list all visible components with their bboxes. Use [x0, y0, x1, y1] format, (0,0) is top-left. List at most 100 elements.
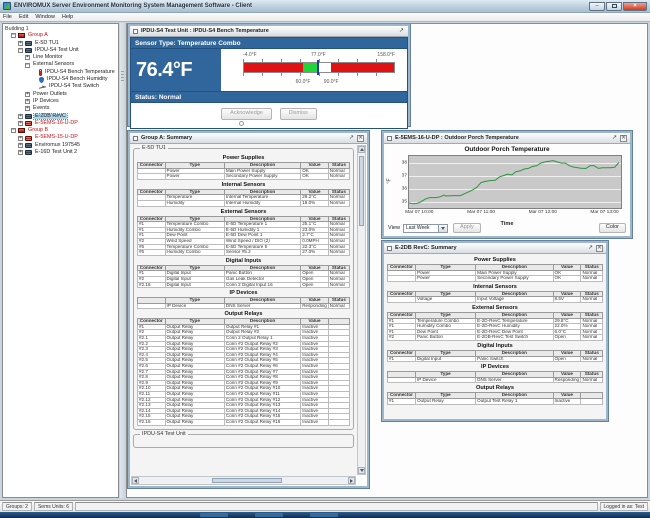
- tree-item-label: Events: [32, 106, 50, 111]
- table-cell: DNS Server: [476, 377, 553, 383]
- device-red-icon: [25, 136, 32, 141]
- scrollbar-thumb[interactable]: [212, 478, 282, 483]
- maximize-icon[interactable]: [606, 2, 622, 11]
- tree-item[interactable]: IPDU-S4 Bench Humidity: [3, 76, 118, 83]
- collapse-icon[interactable]: −: [11, 33, 16, 38]
- table-cell: Output Relay: [165, 419, 224, 425]
- dismiss-button[interactable]: Dismiss: [280, 108, 317, 120]
- scroll-left-icon[interactable]: [132, 477, 139, 484]
- scroll-right-icon[interactable]: [348, 477, 355, 484]
- gauge-min-label: -4.0°F: [243, 52, 257, 58]
- window-titlebar[interactable]: Group A: Summary ↗ ×: [130, 133, 367, 144]
- table-cell: #5: [138, 250, 166, 256]
- radio-button[interactable]: [239, 121, 244, 126]
- column-header: Connector: [388, 265, 416, 271]
- window-titlebar[interactable]: E-5EMS-16-U-DP : Outdoor Porch Temperatu…: [384, 133, 630, 144]
- collapse-icon[interactable]: −: [18, 48, 23, 53]
- close-icon[interactable]: ×: [596, 245, 603, 252]
- close-icon[interactable]: ×: [357, 135, 364, 142]
- window-titlebar[interactable]: IPDU-S4 Test Unit : IPDU-S4 Bench Temper…: [130, 26, 408, 37]
- table-row: #2.13Output RelayConn #2 Output Relay #1…: [138, 403, 350, 409]
- temperature-gauge: -4.0°F 77.0°F 158.0°F 60.0°F 90.0°F: [243, 52, 395, 88]
- vertical-scrollbar[interactable]: [357, 145, 366, 475]
- table-cell: Output Test Relay 1: [476, 398, 553, 404]
- collapse-icon[interactable]: −: [11, 128, 16, 133]
- expand-icon[interactable]: +: [25, 55, 30, 60]
- group-summary-window: Group A: Summary ↗ × E-5D TU1 Power Supp…: [128, 131, 369, 488]
- expand-icon[interactable]: +: [18, 136, 23, 141]
- tree-item[interactable]: +E-5D TU1: [3, 40, 118, 47]
- tree-item[interactable]: −IPDU-S4 Test Unit: [3, 47, 118, 54]
- expand-icon[interactable]: +: [25, 92, 30, 97]
- close-icon[interactable]: ×: [620, 135, 627, 142]
- summary-table: ConnectorTypeDescriptionValueStatus#1Dig…: [137, 265, 350, 288]
- table-row: #2.6Output RelayConn #2 Output Relay #6I…: [138, 364, 350, 370]
- tree-item[interactable]: +Line Monitor: [3, 54, 118, 61]
- summary-table: ConnectorTypeDescriptionValueStatusVolta…: [387, 291, 603, 303]
- acknowledge-button[interactable]: Acknowledge: [221, 108, 272, 120]
- scrollbar-thumb[interactable]: [359, 156, 364, 226]
- menu-file[interactable]: File: [3, 14, 12, 20]
- table-cell: Normal: [581, 335, 603, 341]
- chevron-down-icon[interactable]: [439, 224, 448, 233]
- tree-item[interactable]: +E-16D Test Unit 2: [3, 149, 118, 156]
- table-cell: Normal: [328, 200, 349, 206]
- device-icon: [25, 150, 32, 155]
- tree-item[interactable]: −Group A: [3, 32, 118, 39]
- tree-item[interactable]: +E-5EMS-16-U-DP: [3, 120, 118, 127]
- expand-icon[interactable]: +: [25, 99, 30, 104]
- collapse-icon[interactable]: −: [25, 63, 30, 68]
- view-dropdown[interactable]: Last Week: [403, 224, 448, 233]
- expand-icon[interactable]: +: [18, 114, 23, 119]
- table-cell: Inactive: [553, 398, 581, 404]
- scroll-down-icon[interactable]: [358, 467, 365, 474]
- tree-item-label: Enviromux 197545: [34, 143, 81, 148]
- tree-item[interactable]: −Group B: [3, 127, 118, 134]
- window-icon: [387, 136, 392, 141]
- menu-help[interactable]: Help: [62, 14, 73, 20]
- table-row: #2.5Output RelayConn #2 Output Relay #5I…: [138, 358, 350, 364]
- table-cell: Panic Button: [415, 335, 475, 341]
- apply-button[interactable]: Apply: [453, 223, 481, 234]
- detach-icon[interactable]: ↗: [587, 245, 594, 252]
- y-tick-label: 38: [402, 160, 407, 165]
- expand-icon[interactable]: +: [18, 121, 23, 126]
- tree-item[interactable]: +Events: [3, 105, 118, 112]
- table-row: #1Digital InputPanic SwitchOpenNormal: [388, 356, 603, 362]
- expand-icon[interactable]: +: [18, 143, 23, 148]
- minimize-icon[interactable]: –: [589, 2, 605, 11]
- column-header: Connector: [138, 265, 166, 271]
- y-tick-label: 35: [402, 199, 407, 204]
- table-cell: #1: [388, 398, 416, 404]
- tree-item[interactable]: + Enviromux 197545: [3, 142, 118, 149]
- window-icon: [387, 246, 392, 251]
- tree-item[interactable]: +Power Outlets: [3, 91, 118, 98]
- horizontal-scrollbar[interactable]: [131, 476, 356, 485]
- detach-icon[interactable]: ↗: [348, 135, 355, 142]
- tree-item[interactable]: IPDU-S4 Bench Temperature: [3, 69, 118, 76]
- expand-icon[interactable]: +: [18, 150, 23, 155]
- close-icon[interactable]: ×: [623, 2, 647, 11]
- table-row: IP DeviceDNS ServerRespondingNormal: [138, 303, 350, 309]
- tree-item[interactable]: +IP Devices: [3, 98, 118, 105]
- units-count: Sems Units: 6: [34, 502, 73, 511]
- detach-icon[interactable]: ↗: [398, 28, 405, 35]
- window-titlebar[interactable]: E-2DB RevC: Summary ↗ ×: [384, 243, 606, 254]
- tree-item[interactable]: +E-5EMS-15-U-DP: [3, 134, 118, 141]
- menu-window[interactable]: Window: [35, 14, 55, 20]
- column-header: Connector: [138, 319, 166, 325]
- detach-icon[interactable]: ↗: [611, 135, 618, 142]
- chart-window: E-5EMS-16-U-DP : Outdoor Porch Temperatu…: [382, 131, 632, 238]
- device-groupbox-label: E-5D TU1: [140, 146, 168, 151]
- scroll-up-icon[interactable]: [358, 146, 365, 153]
- table-cell: Conn #2 Output Relay #16: [224, 419, 300, 425]
- tree-item[interactable]: +E-2DB RevC: [3, 113, 118, 120]
- tree-item[interactable]: −External Sensors: [3, 61, 118, 68]
- status-bar: Status: Normal: [130, 91, 408, 103]
- expand-icon[interactable]: +: [18, 41, 23, 46]
- tree-root[interactable]: Building 1: [3, 25, 118, 32]
- color-button[interactable]: Color: [599, 223, 626, 234]
- tree-item[interactable]: IPDU-S4 Test Switch: [3, 83, 118, 90]
- menu-edit[interactable]: Edit: [19, 14, 28, 20]
- expand-icon[interactable]: +: [25, 106, 30, 111]
